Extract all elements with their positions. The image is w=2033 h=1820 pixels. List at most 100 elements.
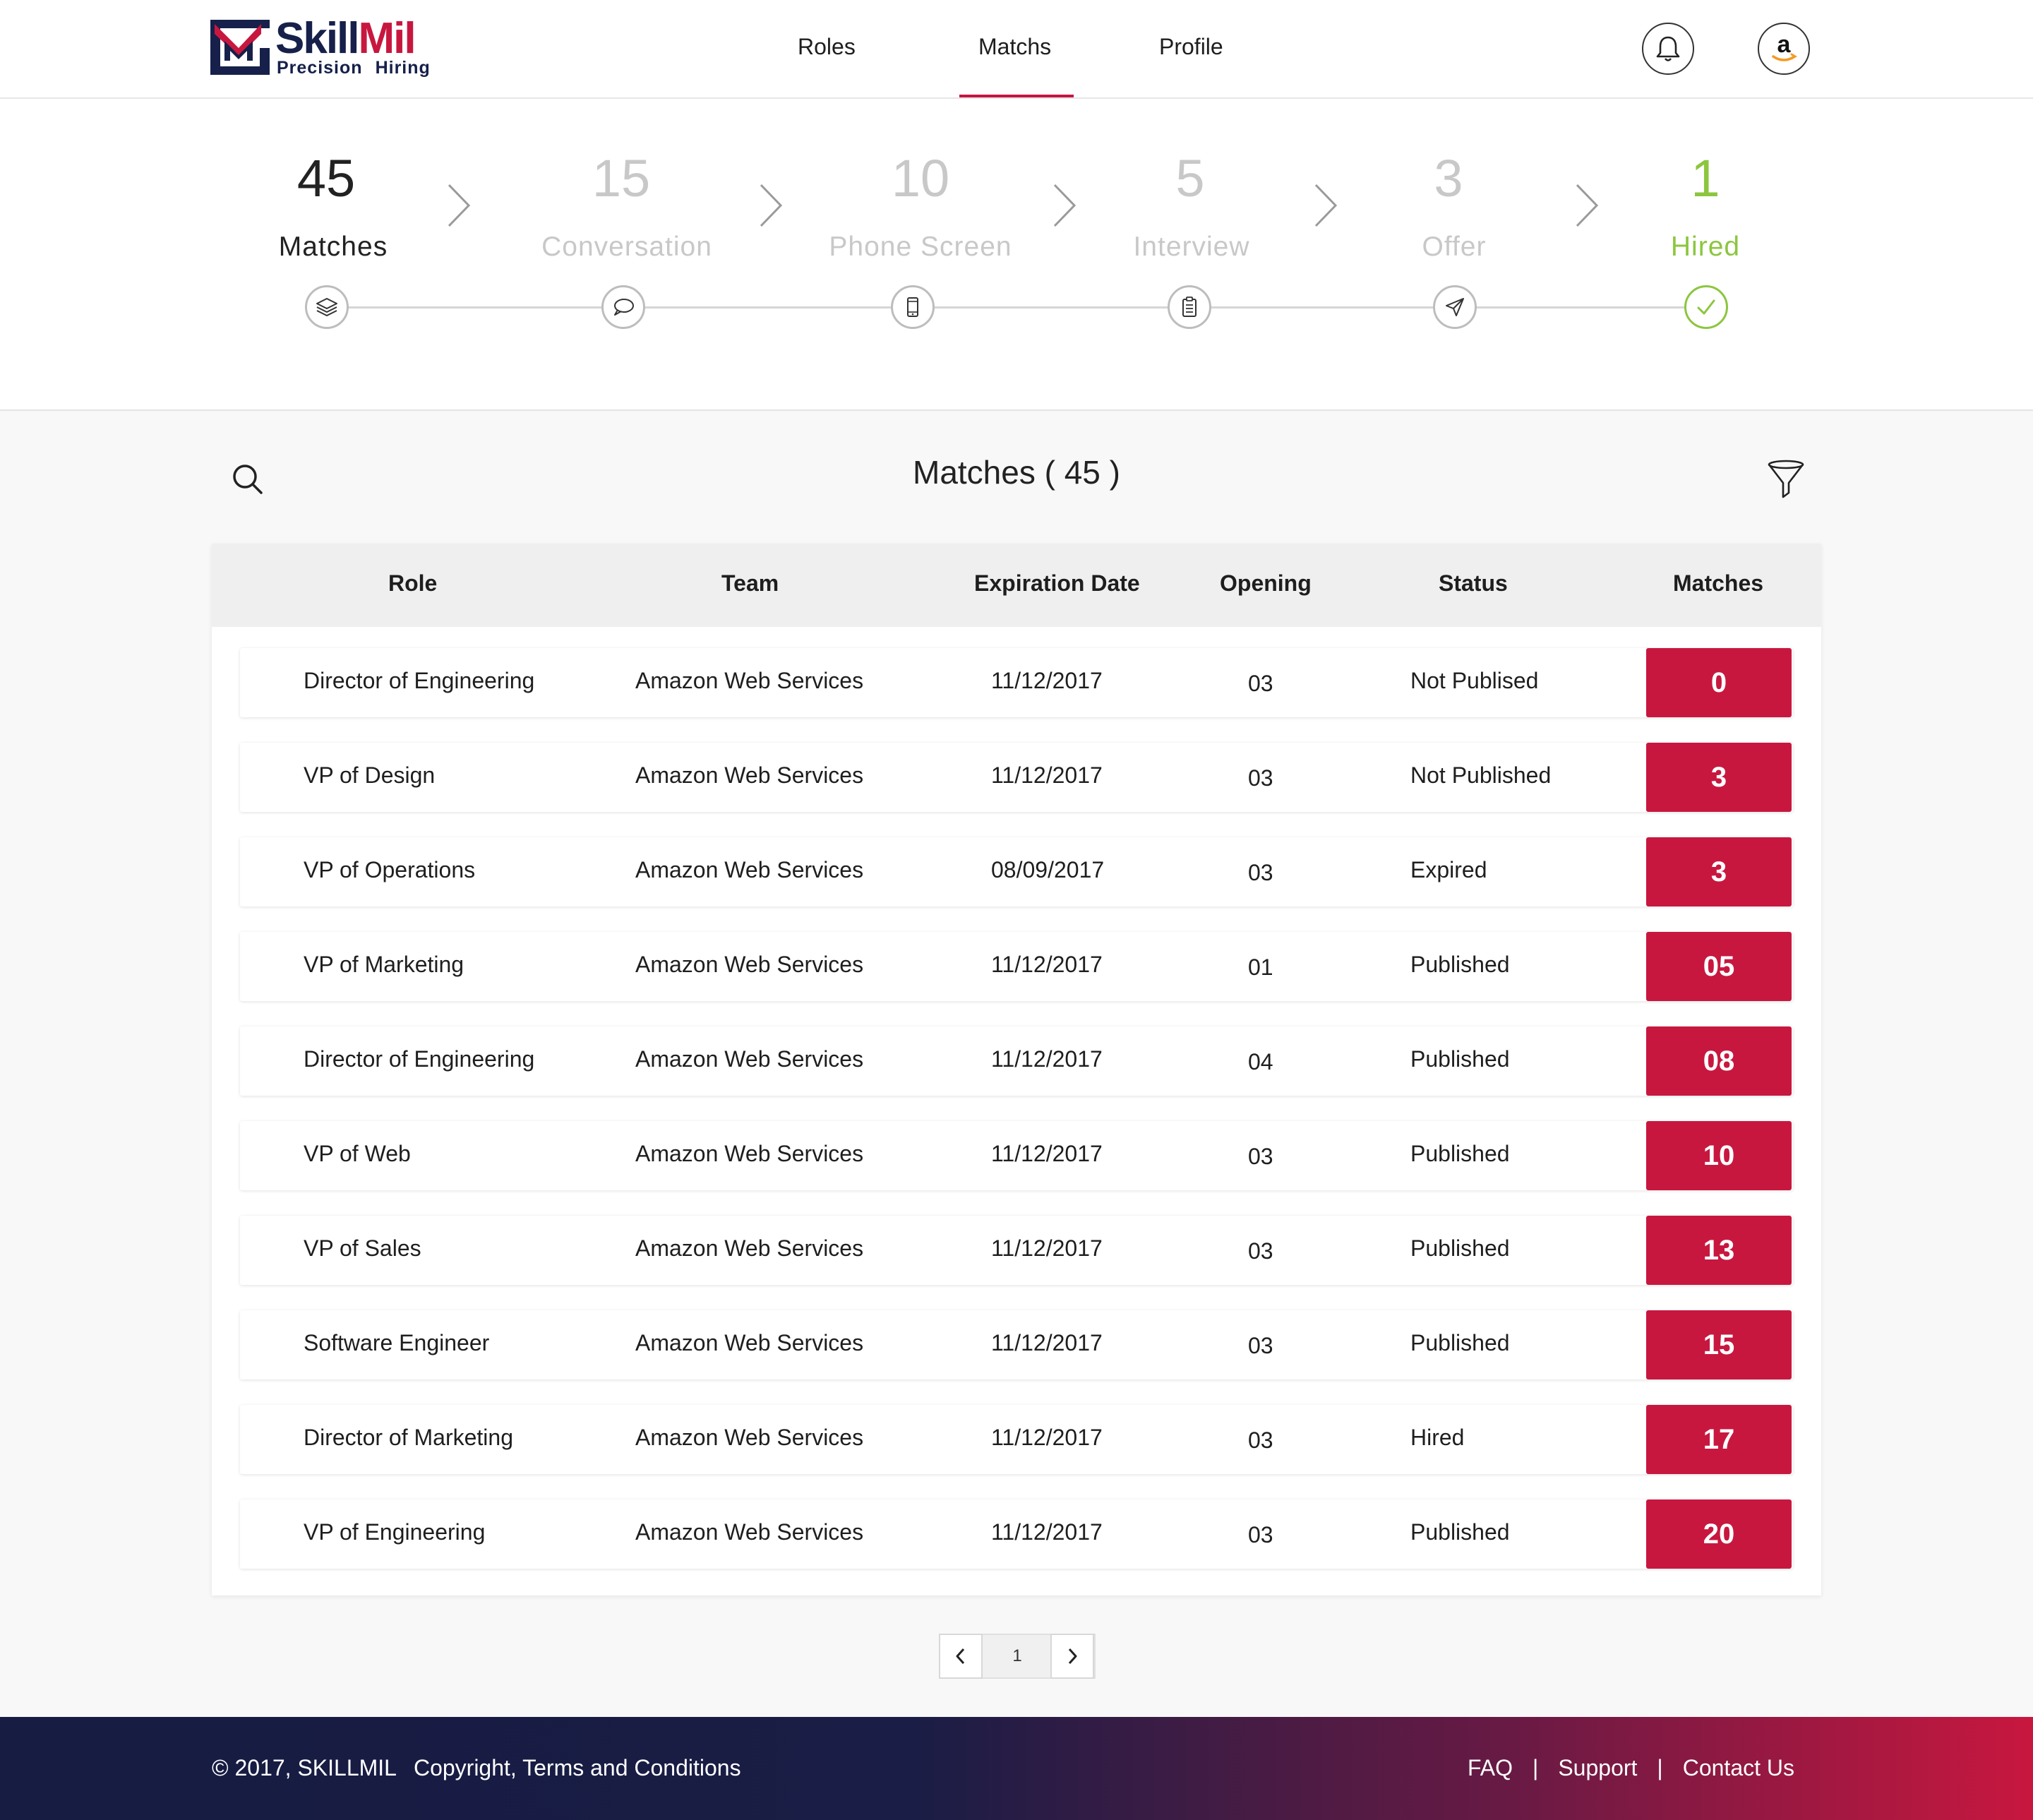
column-header-status[interactable]: Status bbox=[1439, 570, 1508, 597]
footer-links: FAQ | Support | Contact Us bbox=[1468, 1755, 1794, 1781]
notification-button[interactable] bbox=[1642, 23, 1694, 75]
cell-expiration: 11/12/2017 bbox=[991, 1425, 1103, 1450]
matches-count-badge[interactable]: 05 bbox=[1646, 932, 1792, 1001]
cell-expiration: 11/12/2017 bbox=[991, 762, 1103, 788]
table-row[interactable]: Director of Engineering Amazon Web Servi… bbox=[240, 648, 1793, 717]
stage-hired-button[interactable] bbox=[1684, 285, 1728, 329]
paper-plane-icon bbox=[1446, 298, 1464, 316]
stage-interview-label[interactable]: Interview bbox=[1065, 232, 1319, 263]
cell-role: VP of Web bbox=[304, 1141, 411, 1166]
next-page-button[interactable] bbox=[1050, 1634, 1094, 1679]
matches-count-badge[interactable]: 10 bbox=[1646, 1121, 1792, 1190]
stage-offer-button[interactable] bbox=[1433, 285, 1477, 329]
cell-team: Amazon Web Services bbox=[635, 668, 864, 693]
cell-status: Published bbox=[1410, 1330, 1510, 1355]
matches-count-badge[interactable]: 3 bbox=[1646, 837, 1792, 906]
brand-logo[interactable]: SkillMil Precision Hiring bbox=[210, 14, 436, 78]
cell-status: Expired bbox=[1410, 857, 1487, 882]
column-header-matches[interactable]: Matches bbox=[1673, 570, 1763, 597]
matches-count-badge[interactable]: 3 bbox=[1646, 743, 1792, 812]
cell-status: Published bbox=[1410, 1519, 1510, 1545]
contact-us-link[interactable]: Contact Us bbox=[1683, 1755, 1794, 1780]
cell-role: VP of Design bbox=[304, 762, 436, 788]
column-header-role[interactable]: Role bbox=[388, 570, 437, 597]
column-header-team[interactable]: Team bbox=[721, 570, 779, 597]
cell-team: Amazon Web Services bbox=[635, 1046, 864, 1072]
cell-expiration: 11/12/2017 bbox=[991, 668, 1103, 693]
matches-table: Role Team Expiration Date Opening Status… bbox=[212, 544, 1821, 1596]
check-icon bbox=[1697, 299, 1715, 315]
stage-offer-label[interactable]: Offer bbox=[1327, 232, 1581, 263]
stage-hired-label[interactable]: Hired bbox=[1578, 232, 1833, 263]
matches-count-badge[interactable]: 15 bbox=[1646, 1310, 1792, 1379]
nav-profile[interactable]: Profile bbox=[1159, 34, 1223, 60]
matches-title: Matches ( 45 ) bbox=[913, 454, 1120, 491]
stage-interview-button[interactable] bbox=[1168, 285, 1211, 329]
pipeline-arrow-icon bbox=[760, 184, 783, 227]
cell-role: VP of Engineering bbox=[304, 1519, 486, 1545]
chevron-right-icon bbox=[1068, 1648, 1077, 1665]
terms-link[interactable]: Copyright, Terms and Conditions bbox=[414, 1755, 741, 1780]
stage-matches-label[interactable]: Matches bbox=[206, 232, 460, 263]
matches-count-badge[interactable]: 20 bbox=[1646, 1499, 1792, 1569]
nav-matchs[interactable]: Matchs bbox=[978, 34, 1051, 60]
footer-separator: | bbox=[1533, 1755, 1539, 1780]
cell-team: Amazon Web Services bbox=[635, 857, 864, 882]
table-row[interactable]: Software Engineer Amazon Web Services 11… bbox=[240, 1310, 1793, 1379]
footer: © 2017, SKILLMIL Copyright, Terms and Con… bbox=[0, 1717, 2033, 1820]
nav-roles[interactable]: Roles bbox=[798, 34, 856, 60]
cell-expiration: 11/12/2017 bbox=[991, 1330, 1103, 1355]
filter-icon[interactable] bbox=[1766, 457, 1806, 501]
stage-phone-screen-button[interactable] bbox=[891, 285, 935, 329]
cell-expiration: 11/12/2017 bbox=[991, 1519, 1103, 1545]
stage-phone-screen-label[interactable]: Phone Screen bbox=[793, 232, 1048, 263]
column-header-expiration-date[interactable]: Expiration Date bbox=[974, 570, 1140, 597]
matches-count-badge[interactable]: 08 bbox=[1646, 1026, 1792, 1096]
matches-count-badge[interactable]: 17 bbox=[1646, 1405, 1792, 1474]
skillmil-logo-icon bbox=[210, 20, 270, 75]
cell-team: Amazon Web Services bbox=[635, 1235, 864, 1261]
column-header-opening[interactable]: Opening bbox=[1220, 570, 1312, 597]
cell-status: Published bbox=[1410, 952, 1510, 977]
table-row[interactable]: VP of Sales Amazon Web Services 11/12/20… bbox=[240, 1216, 1793, 1285]
pagination: 1 bbox=[939, 1634, 1096, 1679]
cell-role: VP of Sales bbox=[304, 1235, 421, 1261]
table-row[interactable]: VP of Operations Amazon Web Services 08/… bbox=[240, 837, 1793, 906]
current-page-number[interactable]: 1 bbox=[984, 1635, 1050, 1677]
support-link[interactable]: Support bbox=[1558, 1755, 1637, 1780]
cell-role: Director of Engineering bbox=[304, 1046, 535, 1072]
stage-conversation-button[interactable] bbox=[601, 285, 645, 329]
cell-expiration: 11/12/2017 bbox=[991, 1235, 1103, 1261]
cell-opening: 03 bbox=[1248, 1144, 1273, 1169]
table-row[interactable]: VP of Marketing Amazon Web Services 11/1… bbox=[240, 932, 1793, 1001]
layers-icon bbox=[316, 298, 337, 316]
matches-count-badge[interactable]: 0 bbox=[1646, 648, 1792, 717]
table-row[interactable]: VP of Engineering Amazon Web Services 11… bbox=[240, 1499, 1793, 1569]
pipeline-arrow-icon bbox=[1053, 184, 1077, 227]
prev-page-button[interactable] bbox=[939, 1634, 983, 1679]
stage-offer-count: 3 bbox=[1434, 149, 1463, 208]
cell-role: Director of Marketing bbox=[304, 1425, 513, 1450]
chat-bubble-icon bbox=[614, 299, 634, 316]
hiring-pipeline: 45 Matches 15 Conversation 10 Phone Scre… bbox=[0, 99, 2033, 411]
search-icon[interactable] bbox=[230, 462, 265, 497]
matches-count-badge[interactable]: 13 bbox=[1646, 1216, 1792, 1285]
cell-team: Amazon Web Services bbox=[635, 762, 864, 788]
table-row[interactable]: Director of Marketing Amazon Web Service… bbox=[240, 1405, 1793, 1474]
stage-matches-count: 45 bbox=[296, 149, 356, 208]
account-avatar[interactable]: a bbox=[1758, 23, 1810, 75]
stage-hired-count: 1 bbox=[1691, 149, 1720, 208]
amazon-logo-icon: a bbox=[1772, 31, 1797, 61]
faq-link[interactable]: FAQ bbox=[1468, 1755, 1513, 1780]
table-row[interactable]: Director of Engineering Amazon Web Servi… bbox=[240, 1026, 1793, 1096]
cell-status: Not Publised bbox=[1410, 668, 1539, 693]
stage-matches-button[interactable] bbox=[305, 285, 349, 329]
cell-expiration: 11/12/2017 bbox=[991, 1141, 1103, 1166]
table-row[interactable]: VP of Web Amazon Web Services 11/12/2017… bbox=[240, 1121, 1793, 1190]
table-row[interactable]: VP of Design Amazon Web Services 11/12/2… bbox=[240, 743, 1793, 812]
stage-conversation-count: 15 bbox=[592, 149, 651, 208]
cell-status: Published bbox=[1410, 1235, 1510, 1261]
brand-tagline: Precision Hiring bbox=[277, 58, 431, 78]
stage-conversation-label[interactable]: Conversation bbox=[500, 232, 754, 263]
copyright-text: © 2017, SKILLMIL bbox=[212, 1755, 397, 1780]
